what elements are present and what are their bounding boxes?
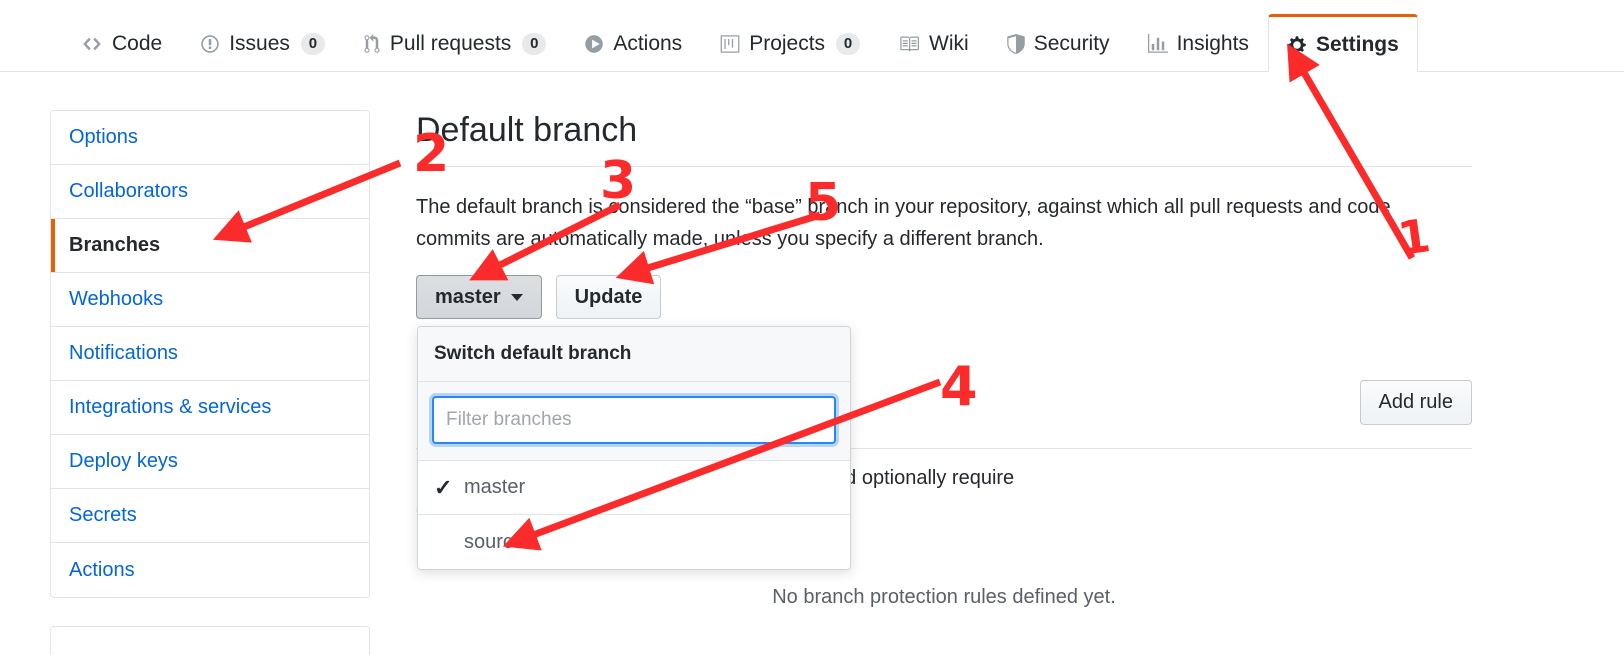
tab-label: Actions [613, 31, 683, 55]
default-branch-section: Default branch The default branch is con… [416, 108, 1472, 319]
sidebar-item-label: Notifications [69, 342, 178, 364]
sidebar-item-label: Deploy keys [69, 450, 178, 472]
sidebar-item-label: Actions [69, 558, 135, 581]
gear-icon [1287, 35, 1307, 55]
issue-opened-icon [200, 34, 220, 54]
sidebar-item-label: Secrets [69, 504, 137, 526]
project-board-icon [720, 34, 740, 54]
sidebar-item-secrets[interactable]: Secrets [51, 489, 369, 543]
branch-option-label: master [464, 476, 526, 498]
branch-select-label: master [435, 286, 501, 308]
tab-wiki[interactable]: Wiki [879, 14, 988, 72]
branch-option-source[interactable]: source [418, 515, 850, 569]
sidebar-item-webhooks[interactable]: Webhooks [51, 273, 369, 327]
sidebar-item-label: Collaborators [69, 180, 188, 202]
dropdown-header: Switch default branch [418, 327, 850, 382]
branch-select-button[interactable]: master [416, 275, 542, 319]
sidebar-item-label: Options [69, 126, 138, 148]
projects-count: 0 [836, 32, 861, 55]
tab-security[interactable]: Security [988, 14, 1129, 72]
repository-nav: Code Issues 0 Pull requests 0 Actions Pr… [0, 0, 1624, 72]
tab-insights[interactable]: Insights [1129, 14, 1268, 72]
shield-icon [1006, 33, 1025, 54]
code-icon [81, 34, 103, 54]
branch-option-master[interactable]: ✓ master [418, 461, 850, 515]
repository-nav-tabs: Code Issues 0 Pull requests 0 Actions Pr… [62, 14, 1418, 72]
settings-sidebar: Options Collaborators Branches Webhooks … [50, 110, 370, 598]
tab-code[interactable]: Code [62, 14, 181, 72]
default-branch-description: The default branch is considered the “ba… [416, 196, 1391, 250]
sidebar-item-branches[interactable]: Branches [51, 219, 369, 273]
tab-label: Security [1033, 31, 1110, 55]
play-icon [584, 34, 604, 54]
tab-settings[interactable]: Settings [1267, 14, 1418, 72]
no-rules-message: No branch protection rules defined yet. [772, 586, 1116, 608]
default-branch-controls: master Update [416, 275, 1472, 319]
tab-issues[interactable]: Issues 0 [181, 14, 344, 72]
tab-actions[interactable]: Actions [565, 14, 701, 72]
tab-pull-requests[interactable]: Pull requests 0 [344, 14, 565, 72]
filter-branches-input[interactable] [432, 396, 836, 444]
page-root: Code Issues 0 Pull requests 0 Actions Pr… [0, 0, 1624, 655]
sidebar-item-notifications[interactable]: Notifications [51, 327, 369, 381]
graph-icon [1147, 33, 1168, 54]
check-icon: ✓ [434, 474, 453, 500]
sidebar-item-actions[interactable]: Actions [51, 543, 369, 597]
chevron-down-icon [510, 293, 523, 301]
issues-count: 0 [300, 32, 325, 55]
tab-label: Settings [1315, 32, 1399, 56]
book-icon [898, 34, 920, 54]
sidebar-item-integrations-services[interactable]: Integrations & services [51, 381, 369, 435]
sidebar-item-label: Integrations & services [69, 396, 272, 418]
tab-label: Code [112, 31, 163, 55]
tab-label: Pull requests [389, 31, 512, 55]
sidebar-item-label: Branches [69, 234, 161, 256]
sidebar-item-collaborators[interactable]: Collaborators [51, 165, 369, 219]
update-button[interactable]: Update [555, 275, 662, 319]
add-rule-button[interactable]: Add rule [1359, 379, 1472, 425]
sidebar-item-options[interactable]: Options [51, 111, 369, 165]
page-title: Default branch [416, 111, 638, 149]
title-divider [416, 166, 1472, 167]
sidebar-secondary-panel [50, 626, 370, 655]
git-pull-request-icon [363, 33, 381, 54]
tab-projects[interactable]: Projects 0 [701, 14, 879, 72]
branch-switch-dropdown: Switch default branch ✓ master source [417, 326, 851, 570]
pull-requests-count: 0 [522, 32, 547, 55]
sidebar-item-deploy-keys[interactable]: Deploy keys [51, 435, 369, 489]
dropdown-filter-wrapper [418, 382, 850, 461]
tab-label: Wiki [929, 31, 969, 55]
tab-label: Insights [1176, 31, 1249, 55]
tab-label: Issues [229, 31, 290, 55]
branch-option-label: source [464, 530, 525, 553]
tab-label: Projects [749, 31, 826, 55]
sidebar-item-label: Webhooks [69, 288, 164, 310]
